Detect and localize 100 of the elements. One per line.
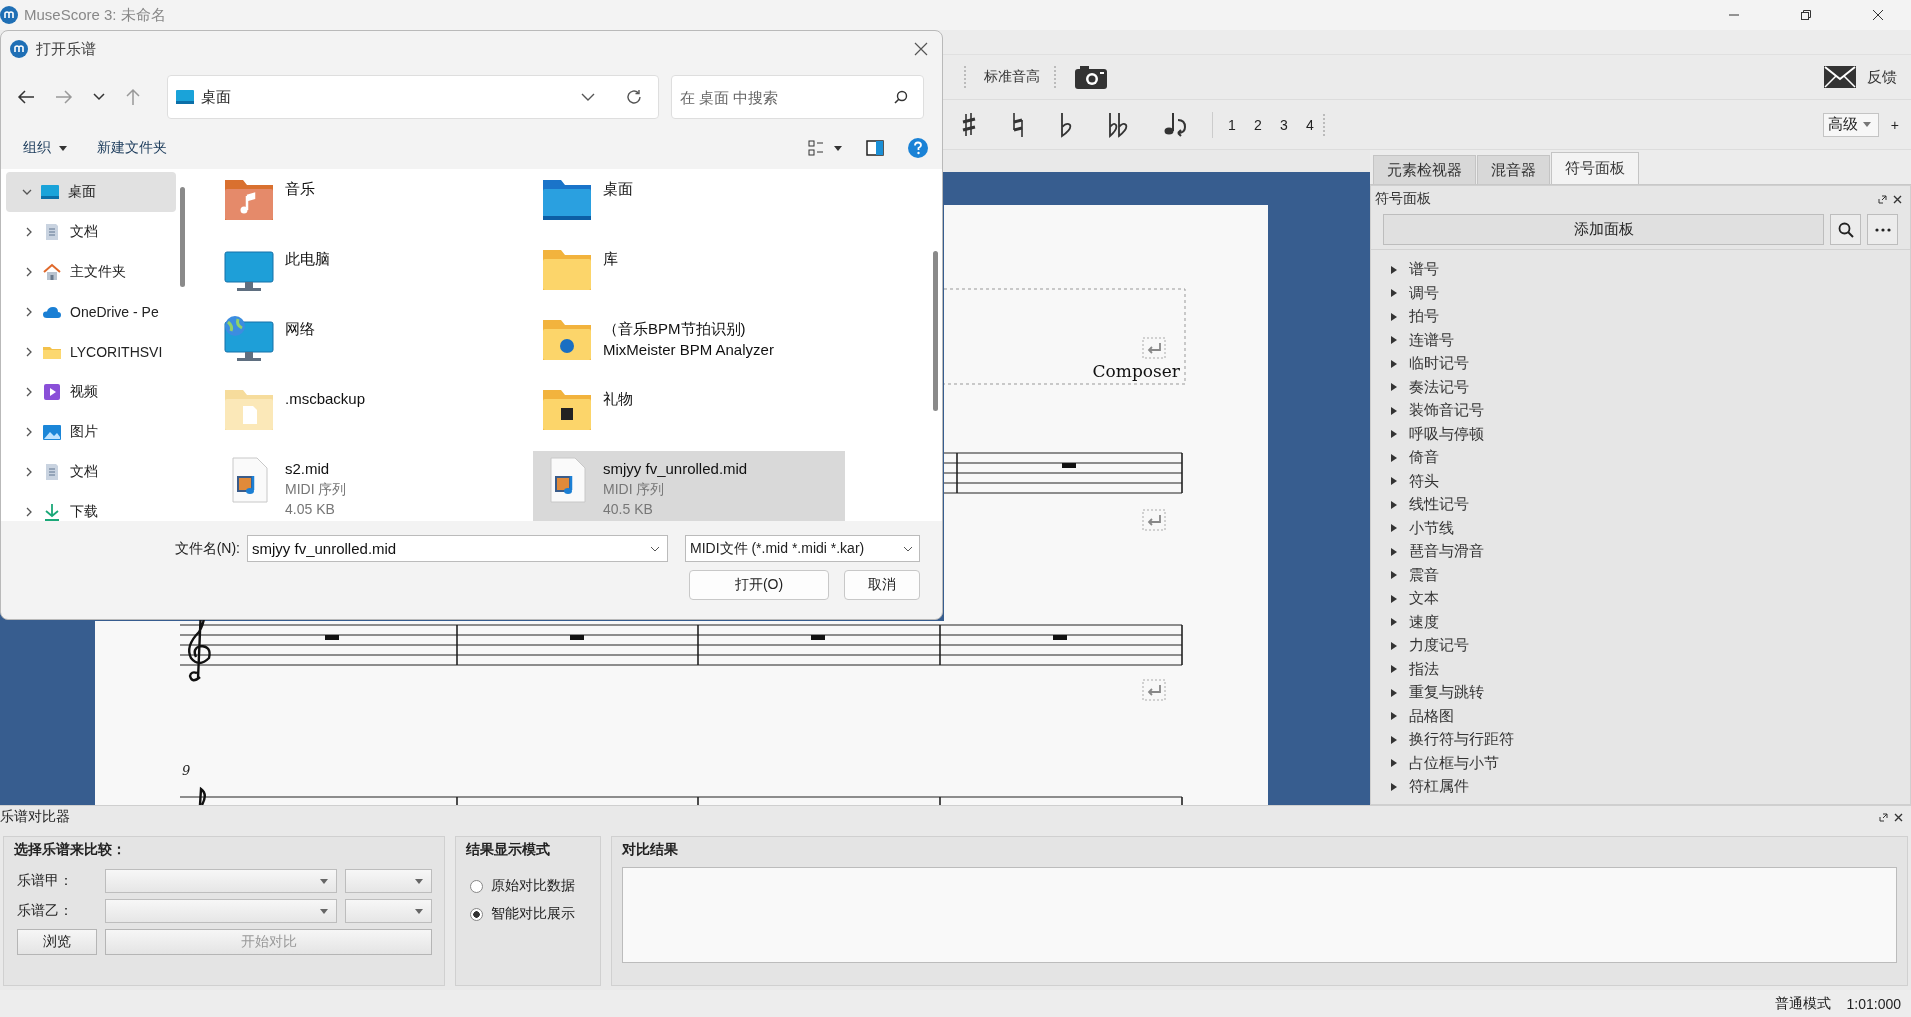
file-item[interactable]: 此电脑 xyxy=(215,241,527,311)
restore-icon[interactable] xyxy=(1800,9,1812,21)
palette-item[interactable]: 小节线 xyxy=(1391,516,1910,540)
palette-item[interactable]: 品格图 xyxy=(1391,704,1910,728)
file-item[interactable]: 网络 xyxy=(215,311,527,381)
flip-direction-icon[interactable] xyxy=(1163,110,1189,139)
file-item[interactable]: 礼物 xyxy=(533,381,845,451)
desktop-icon xyxy=(176,90,194,104)
natural-icon[interactable] xyxy=(1011,111,1025,138)
help-icon[interactable] xyxy=(908,138,928,158)
new-folder-button[interactable]: 新建文件夹 xyxy=(87,135,177,161)
close-icon[interactable] xyxy=(1893,194,1902,204)
double-flat-icon[interactable] xyxy=(1107,111,1129,138)
voice-button[interactable]: 1 xyxy=(1219,116,1245,133)
organize-button[interactable]: 组织 xyxy=(13,135,77,161)
palette-item[interactable]: 指法 xyxy=(1391,657,1910,681)
camera-icon[interactable] xyxy=(1074,64,1108,90)
flat-icon[interactable] xyxy=(1059,111,1073,138)
file-item[interactable]: 库 xyxy=(533,241,845,311)
file-item[interactable]: s2.mid MIDI 序列 4.05 KB xyxy=(215,451,527,521)
search-icon xyxy=(1837,221,1854,238)
nav-item[interactable]: 主文件夹 xyxy=(6,252,176,292)
forward-icon[interactable] xyxy=(55,89,73,105)
nav-item[interactable]: 下载 xyxy=(6,492,176,521)
file-item[interactable]: （音乐BPM节拍识别) MixMeister BPM Analyzer xyxy=(533,311,845,381)
palette-item[interactable]: 拍号 xyxy=(1391,305,1910,329)
radio-option[interactable]: 原始对比数据 xyxy=(466,877,590,895)
palette-item[interactable]: 力度记号 xyxy=(1391,634,1910,658)
up-icon[interactable] xyxy=(125,88,141,106)
palette-item[interactable]: 倚音 xyxy=(1391,446,1910,470)
palette-item[interactable]: 连谱号 xyxy=(1391,328,1910,352)
view-icon[interactable] xyxy=(808,140,824,156)
file-item[interactable]: .mscbackup xyxy=(215,381,527,451)
voice-button[interactable]: 2 xyxy=(1245,116,1271,133)
palette-item[interactable]: 临时记号 xyxy=(1391,352,1910,376)
nav-item[interactable]: LYCORITHSVI xyxy=(6,332,176,372)
palette-item[interactable]: 琶音与滑音 xyxy=(1391,540,1910,564)
palette-item[interactable]: 震音 xyxy=(1391,563,1910,587)
workspace-dropdown[interactable]: 高级 xyxy=(1822,112,1879,137)
file-item[interactable]: smjyy fv_unrolled.mid MIDI 序列 40.5 KB xyxy=(533,451,845,521)
panel-tab[interactable]: 元素检视器 xyxy=(1373,155,1476,184)
address-field[interactable]: 桌面 xyxy=(167,75,659,119)
file-type-dropdown[interactable]: MIDI文件 (*.mid *.midi *.kar) xyxy=(685,535,920,562)
panel-tab[interactable]: 混音器 xyxy=(1477,155,1550,184)
palette-item[interactable]: 速度 xyxy=(1391,610,1910,634)
close-icon[interactable] xyxy=(914,42,928,56)
nav-item[interactable]: 图片 xyxy=(6,412,176,452)
panel-title: 乐谱对比器 xyxy=(0,808,70,826)
add-workspace-button[interactable]: + xyxy=(1886,116,1903,133)
chevron-down-icon[interactable] xyxy=(93,93,105,101)
palette-item[interactable]: 装饰音记号 xyxy=(1391,399,1910,423)
voice-button[interactable]: 3 xyxy=(1271,116,1297,133)
concert-pitch-button[interactable]: 标准音高 xyxy=(984,68,1040,86)
palette-item[interactable]: 谱号 xyxy=(1391,258,1910,282)
home-icon xyxy=(42,263,62,281)
float-icon[interactable] xyxy=(1878,194,1887,204)
close-icon[interactable] xyxy=(1872,9,1884,21)
filename-field[interactable]: smjyy fv_unrolled.mid xyxy=(247,535,668,562)
float-icon[interactable] xyxy=(1879,812,1888,822)
nav-item[interactable]: 文档 xyxy=(6,452,176,492)
search-button[interactable] xyxy=(1830,214,1861,245)
add-palette-button[interactable]: 添加面板 xyxy=(1383,214,1824,245)
radio-option[interactable]: 智能对比展示 xyxy=(466,905,590,923)
file-item[interactable]: 桌面 xyxy=(533,171,845,241)
palette-item[interactable]: 文本 xyxy=(1391,587,1910,611)
feedback-button[interactable]: 反馈 xyxy=(1823,65,1897,89)
sharp-icon[interactable] xyxy=(961,111,977,138)
cancel-button[interactable]: 取消 xyxy=(844,570,920,600)
palette-item[interactable]: 线性记号 xyxy=(1391,493,1910,517)
video-icon xyxy=(42,383,62,401)
nav-item[interactable]: 文档 xyxy=(6,212,176,252)
scrollbar[interactable] xyxy=(933,251,938,411)
search-field[interactable]: 在 桌面 中搜索 xyxy=(671,75,924,119)
palette-item[interactable]: 占位框与小节 xyxy=(1391,751,1910,775)
file-item[interactable]: 音乐 xyxy=(215,171,527,241)
results-field[interactable] xyxy=(622,867,1897,963)
panel-tab[interactable]: 符号面板 xyxy=(1551,152,1639,184)
palette-item[interactable]: 奏法记号 xyxy=(1391,375,1910,399)
file-name: （音乐BPM节拍识别) xyxy=(603,319,747,339)
chevron-down-icon xyxy=(650,546,660,552)
preview-pane-icon[interactable] xyxy=(866,140,884,156)
palette-item[interactable]: 调号 xyxy=(1391,281,1910,305)
nav-item[interactable]: 视频 xyxy=(6,372,176,412)
back-icon[interactable] xyxy=(17,89,35,105)
refresh-icon[interactable] xyxy=(626,89,642,105)
palette-item[interactable]: 符杠属件 xyxy=(1391,775,1910,799)
palette-item[interactable]: 符头 xyxy=(1391,469,1910,493)
action-button[interactable]: 浏览 xyxy=(17,929,97,955)
palette-item[interactable]: 重复与跳转 xyxy=(1391,681,1910,705)
palette-item[interactable]: 换行符与行距符 xyxy=(1391,728,1910,752)
palette-item[interactable]: 呼吸与停顿 xyxy=(1391,422,1910,446)
voice-button[interactable]: 4 xyxy=(1297,116,1323,133)
nav-item[interactable]: 桌面 xyxy=(6,172,176,212)
open-button[interactable]: 打开(O) xyxy=(689,570,829,600)
desktop-icon xyxy=(40,183,60,201)
close-icon[interactable] xyxy=(1894,812,1903,822)
dialog-title: 打开乐谱 xyxy=(36,39,96,59)
file-name: 网络 xyxy=(285,319,315,339)
nav-item[interactable]: OneDrive - Pe xyxy=(6,292,176,332)
scrollbar[interactable] xyxy=(180,187,185,287)
